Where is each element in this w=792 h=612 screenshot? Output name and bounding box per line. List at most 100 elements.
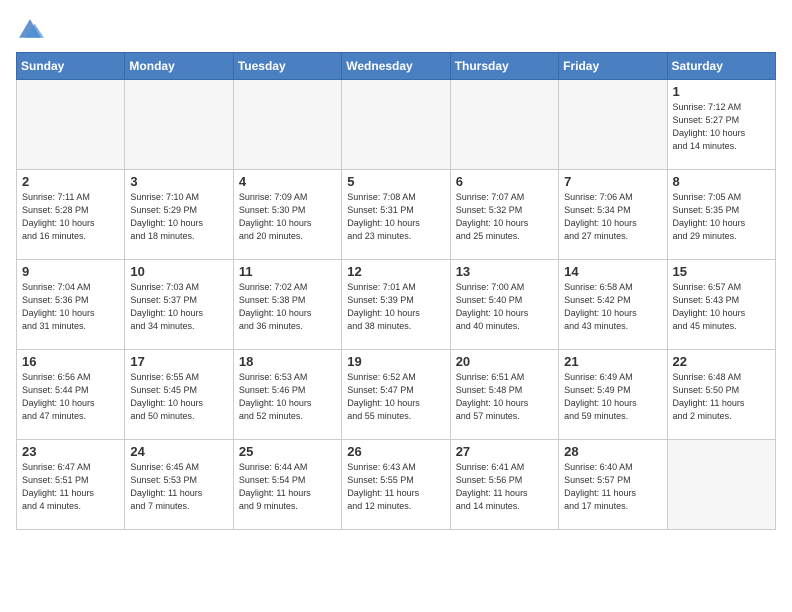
calendar-cell: 15 Sunrise: 6:57 AM Sunset: 5:43 PM Dayli… bbox=[667, 260, 775, 350]
day-info: Sunrise: 7:09 AM Sunset: 5:30 PM Dayligh… bbox=[239, 191, 336, 243]
calendar-cell: 19Sunrise: 6:52 AM Sunset: 5:47 PM Dayli… bbox=[342, 350, 450, 440]
day-info: Sunrise: 6:47 AM Sunset: 5:51 PM Dayligh… bbox=[22, 461, 119, 513]
calendar-cell: 21Sunrise: 6:49 AM Sunset: 5:49 PM Dayli… bbox=[559, 350, 667, 440]
calendar-table: SundayMondayTuesdayWednesdayThursdayFrid… bbox=[16, 52, 776, 530]
day-number: 14 bbox=[564, 264, 661, 279]
calendar-cell: 23 Sunrise: 6:47 AM Sunset: 5:51 PM Dayli… bbox=[17, 440, 125, 530]
calendar-cell bbox=[342, 80, 450, 170]
week-row-1: 2 Sunrise: 7:11 AM Sunset: 5:28 PM Daylig… bbox=[17, 170, 776, 260]
calendar-cell: 8 Sunrise: 7:05 AM Sunset: 5:35 PM Daylig… bbox=[667, 170, 775, 260]
day-info: Sunrise: 6:56 AM Sunset: 5:44 PM Dayligh… bbox=[22, 371, 119, 423]
weekday-header-row: SundayMondayTuesdayWednesdayThursdayFrid… bbox=[17, 53, 776, 80]
day-number: 7 bbox=[564, 174, 661, 189]
calendar-cell: 27Sunrise: 6:41 AM Sunset: 5:56 PM Dayli… bbox=[450, 440, 558, 530]
calendar-cell: 1 Sunrise: 7:12 AM Sunset: 5:27 PM Daylig… bbox=[667, 80, 775, 170]
calendar-cell: 7 Sunrise: 7:06 AM Sunset: 5:34 PM Daylig… bbox=[559, 170, 667, 260]
day-info: Sunrise: 6:58 AM Sunset: 5:42 PM Dayligh… bbox=[564, 281, 661, 333]
calendar-cell: 3 Sunrise: 7:10 AM Sunset: 5:29 PM Daylig… bbox=[125, 170, 233, 260]
calendar-cell: 17 Sunrise: 6:55 AM Sunset: 5:45 PM Dayli… bbox=[125, 350, 233, 440]
weekday-header-friday: Friday bbox=[559, 53, 667, 80]
calendar-cell bbox=[17, 80, 125, 170]
day-number: 24 bbox=[130, 444, 227, 459]
calendar-cell bbox=[233, 80, 341, 170]
logo-icon bbox=[16, 16, 44, 44]
weekday-header-saturday: Saturday bbox=[667, 53, 775, 80]
calendar-cell: 18Sunrise: 6:53 AM Sunset: 5:46 PM Dayli… bbox=[233, 350, 341, 440]
day-info: Sunrise: 7:07 AM Sunset: 5:32 PM Dayligh… bbox=[456, 191, 553, 243]
day-info: Sunrise: 6:44 AM Sunset: 5:54 PM Dayligh… bbox=[239, 461, 336, 513]
day-info: Sunrise: 6:57 AM Sunset: 5:43 PM Dayligh… bbox=[673, 281, 770, 333]
calendar-cell: 5 Sunrise: 7:08 AM Sunset: 5:31 PM Daylig… bbox=[342, 170, 450, 260]
calendar-cell: 22 Sunrise: 6:48 AM Sunset: 5:50 PM Dayli… bbox=[667, 350, 775, 440]
week-row-2: 9 Sunrise: 7:04 AM Sunset: 5:36 PM Daylig… bbox=[17, 260, 776, 350]
weekday-header-thursday: Thursday bbox=[450, 53, 558, 80]
day-number: 8 bbox=[673, 174, 770, 189]
day-info: Sunrise: 6:40 AM Sunset: 5:57 PM Dayligh… bbox=[564, 461, 661, 513]
day-info: Sunrise: 7:11 AM Sunset: 5:28 PM Dayligh… bbox=[22, 191, 119, 243]
day-info: Sunrise: 7:06 AM Sunset: 5:34 PM Dayligh… bbox=[564, 191, 661, 243]
week-row-4: 23 Sunrise: 6:47 AM Sunset: 5:51 PM Dayli… bbox=[17, 440, 776, 530]
day-number: 9 bbox=[22, 264, 119, 279]
day-info: Sunrise: 7:04 AM Sunset: 5:36 PM Dayligh… bbox=[22, 281, 119, 333]
day-number: 13 bbox=[456, 264, 553, 279]
calendar-cell: 26 Sunrise: 6:43 AM Sunset: 5:55 PM Dayli… bbox=[342, 440, 450, 530]
calendar-cell: 10Sunrise: 7:03 AM Sunset: 5:37 PM Dayli… bbox=[125, 260, 233, 350]
day-info: Sunrise: 6:43 AM Sunset: 5:55 PM Dayligh… bbox=[347, 461, 444, 513]
calendar-body: 1 Sunrise: 7:12 AM Sunset: 5:27 PM Daylig… bbox=[17, 80, 776, 530]
calendar-cell: 6 Sunrise: 7:07 AM Sunset: 5:32 PM Daylig… bbox=[450, 170, 558, 260]
day-info: Sunrise: 6:48 AM Sunset: 5:50 PM Dayligh… bbox=[673, 371, 770, 423]
weekday-header-wednesday: Wednesday bbox=[342, 53, 450, 80]
day-number: 2 bbox=[22, 174, 119, 189]
day-info: Sunrise: 7:05 AM Sunset: 5:35 PM Dayligh… bbox=[673, 191, 770, 243]
day-info: Sunrise: 7:10 AM Sunset: 5:29 PM Dayligh… bbox=[130, 191, 227, 243]
day-number: 18 bbox=[239, 354, 336, 369]
day-number: 17 bbox=[130, 354, 227, 369]
calendar-cell: 16 Sunrise: 6:56 AM Sunset: 5:44 PM Dayli… bbox=[17, 350, 125, 440]
calendar-cell: 24 Sunrise: 6:45 AM Sunset: 5:53 PM Dayli… bbox=[125, 440, 233, 530]
day-info: Sunrise: 7:12 AM Sunset: 5:27 PM Dayligh… bbox=[673, 101, 770, 153]
weekday-header-tuesday: Tuesday bbox=[233, 53, 341, 80]
calendar-cell bbox=[559, 80, 667, 170]
day-number: 28 bbox=[564, 444, 661, 459]
calendar-cell: 14 Sunrise: 6:58 AM Sunset: 5:42 PM Dayli… bbox=[559, 260, 667, 350]
calendar-cell bbox=[667, 440, 775, 530]
logo bbox=[16, 16, 48, 44]
day-number: 1 bbox=[673, 84, 770, 99]
day-number: 25 bbox=[239, 444, 336, 459]
day-number: 3 bbox=[130, 174, 227, 189]
day-number: 5 bbox=[347, 174, 444, 189]
calendar-cell: 11 Sunrise: 7:02 AM Sunset: 5:38 PM Dayli… bbox=[233, 260, 341, 350]
day-number: 22 bbox=[673, 354, 770, 369]
day-number: 4 bbox=[239, 174, 336, 189]
calendar-cell: 28 Sunrise: 6:40 AM Sunset: 5:57 PM Dayli… bbox=[559, 440, 667, 530]
week-row-0: 1 Sunrise: 7:12 AM Sunset: 5:27 PM Daylig… bbox=[17, 80, 776, 170]
day-number: 10 bbox=[130, 264, 227, 279]
weekday-header-sunday: Sunday bbox=[17, 53, 125, 80]
calendar-cell: 20Sunrise: 6:51 AM Sunset: 5:48 PM Dayli… bbox=[450, 350, 558, 440]
day-number: 6 bbox=[456, 174, 553, 189]
day-number: 12 bbox=[347, 264, 444, 279]
calendar-cell: 2 Sunrise: 7:11 AM Sunset: 5:28 PM Daylig… bbox=[17, 170, 125, 260]
header bbox=[16, 16, 776, 44]
day-number: 16 bbox=[22, 354, 119, 369]
day-number: 11 bbox=[239, 264, 336, 279]
day-info: Sunrise: 6:45 AM Sunset: 5:53 PM Dayligh… bbox=[130, 461, 227, 513]
day-info: Sunrise: 6:55 AM Sunset: 5:45 PM Dayligh… bbox=[130, 371, 227, 423]
day-info: Sunrise: 7:02 AM Sunset: 5:38 PM Dayligh… bbox=[239, 281, 336, 333]
calendar-cell: 25 Sunrise: 6:44 AM Sunset: 5:54 PM Dayli… bbox=[233, 440, 341, 530]
week-row-3: 16 Sunrise: 6:56 AM Sunset: 5:44 PM Dayli… bbox=[17, 350, 776, 440]
calendar-cell: 12 Sunrise: 7:01 AM Sunset: 5:39 PM Dayli… bbox=[342, 260, 450, 350]
day-info: Sunrise: 7:00 AM Sunset: 5:40 PM Dayligh… bbox=[456, 281, 553, 333]
day-number: 23 bbox=[22, 444, 119, 459]
day-info: Sunrise: 6:52 AM Sunset: 5:47 PM Dayligh… bbox=[347, 371, 444, 423]
day-number: 26 bbox=[347, 444, 444, 459]
day-number: 20 bbox=[456, 354, 553, 369]
day-info: Sunrise: 7:01 AM Sunset: 5:39 PM Dayligh… bbox=[347, 281, 444, 333]
calendar-cell: 13 Sunrise: 7:00 AM Sunset: 5:40 PM Dayli… bbox=[450, 260, 558, 350]
day-number: 21 bbox=[564, 354, 661, 369]
weekday-header-monday: Monday bbox=[125, 53, 233, 80]
day-number: 15 bbox=[673, 264, 770, 279]
calendar-cell: 4 Sunrise: 7:09 AM Sunset: 5:30 PM Daylig… bbox=[233, 170, 341, 260]
calendar-cell bbox=[125, 80, 233, 170]
day-info: Sunrise: 7:08 AM Sunset: 5:31 PM Dayligh… bbox=[347, 191, 444, 243]
